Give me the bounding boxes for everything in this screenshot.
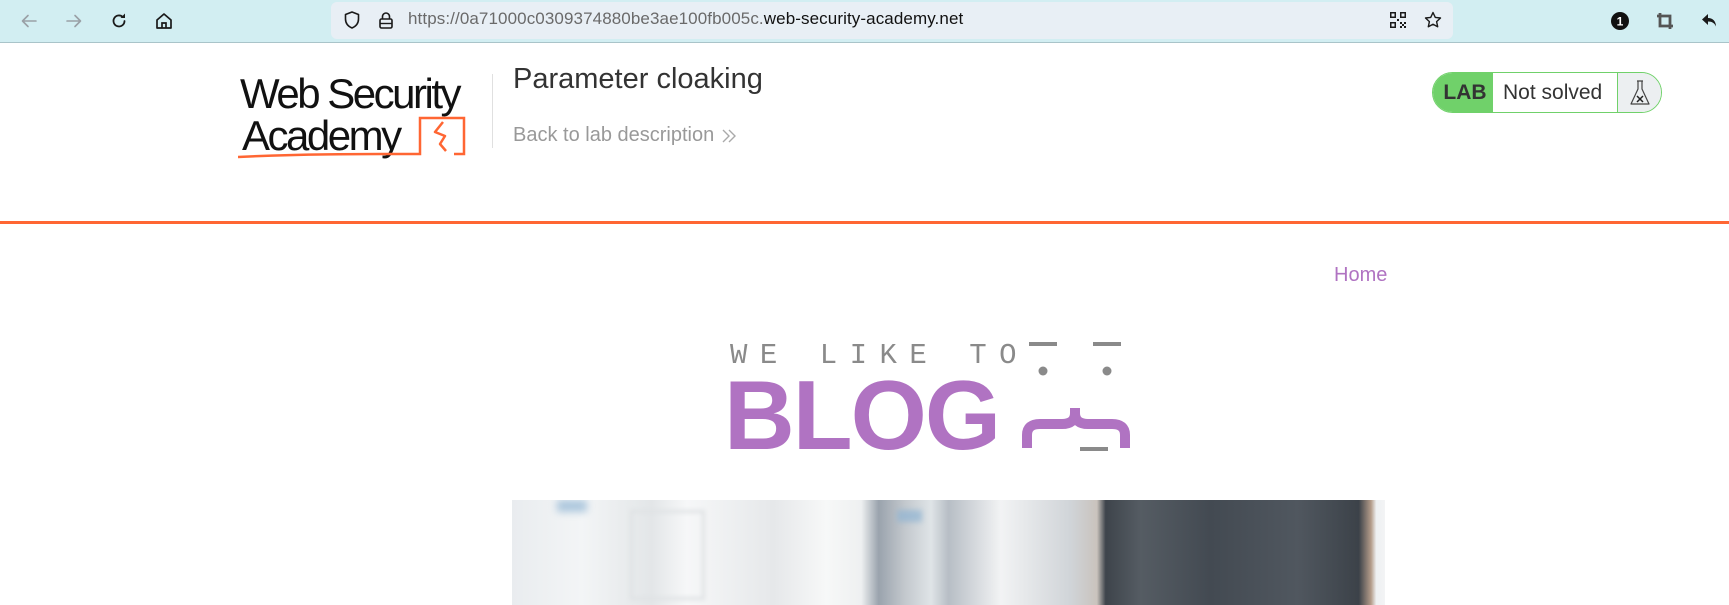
shield-icon[interactable]	[337, 5, 367, 35]
web-security-academy-logo[interactable]: Web Security Academy	[238, 72, 488, 162]
blog-hero-image	[512, 500, 1385, 605]
lab-status-text: Not solved	[1493, 73, 1617, 112]
back-arrow-icon[interactable]	[14, 6, 44, 36]
lab-title: Parameter cloaking	[513, 63, 763, 95]
url-domain: web-security-academy.net	[763, 9, 964, 28]
logo-line1: Web Security	[240, 72, 461, 117]
nav-home-link[interactable]: Home	[1334, 264, 1387, 287]
lab-label: LAB	[1433, 73, 1493, 112]
lock-icon	[371, 5, 401, 35]
crop-icon[interactable]	[1650, 6, 1680, 36]
extension-badge-count: 1	[1617, 15, 1624, 29]
image-detail	[897, 510, 922, 522]
url-text[interactable]: https://0a71000c0309374880be3ae100fb005c…	[408, 9, 963, 29]
header-divider	[492, 74, 493, 148]
back-link-label: Back to lab description	[513, 124, 715, 146]
star-icon[interactable]	[1418, 5, 1448, 35]
blog-face-icon	[1022, 342, 1130, 451]
logo-lightning-icon	[433, 121, 447, 152]
blog-title: BLOG	[724, 360, 1001, 470]
blog-banner: WE LIKE TO BLOG	[720, 333, 1180, 464]
flask-icon	[1617, 73, 1661, 112]
qr-code-icon[interactable]	[1383, 5, 1413, 35]
back-to-lab-description-link[interactable]: Back to lab description	[513, 124, 738, 147]
forward-arrow-icon[interactable]	[59, 6, 89, 36]
double-chevron-right-icon	[722, 129, 737, 142]
home-icon[interactable]	[149, 6, 179, 36]
image-detail	[630, 510, 705, 600]
lab-status-badge: LAB Not solved	[1432, 72, 1662, 113]
extension-badge-icon[interactable]: 1	[1605, 6, 1635, 36]
url-prefix: https://0a71000c0309374880be3ae100fb005c…	[408, 9, 764, 28]
browser-toolbar: https://0a71000c0309374880be3ae100fb005c…	[0, 0, 1729, 43]
reload-icon[interactable]	[104, 6, 134, 36]
header-orange-divider	[0, 221, 1729, 224]
undo-icon[interactable]	[1695, 6, 1725, 36]
logo-line2: Academy	[242, 112, 402, 159]
image-detail	[557, 500, 587, 512]
